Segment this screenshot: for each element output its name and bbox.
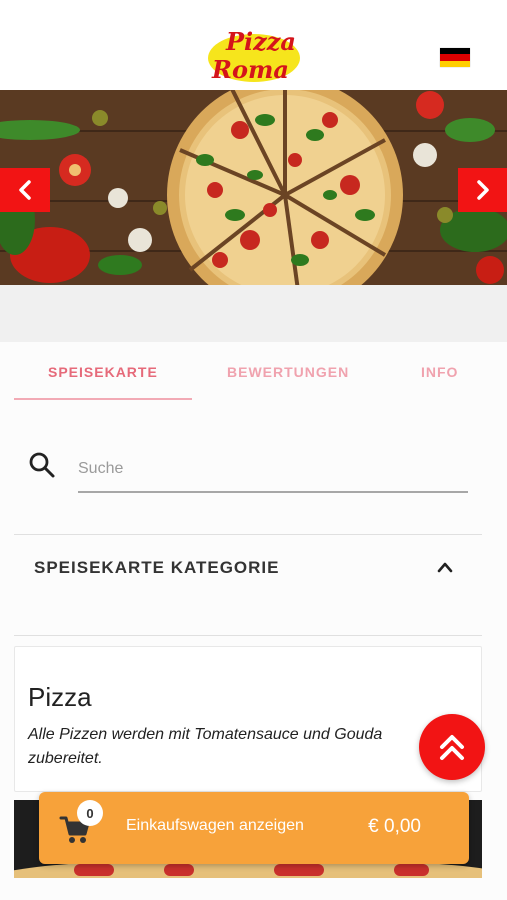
cart-total: € 0,00 [368, 816, 421, 837]
app-header: Pizza Roma [0, 0, 507, 90]
hero-spacer [0, 285, 507, 342]
menu-section-description: Alle Pizzen werden mit Tomatensauce und … [28, 726, 383, 767]
category-title: SPEISEKARTE KATEGORIE [34, 558, 280, 577]
search-icon[interactable] [28, 451, 56, 479]
german-flag-icon[interactable] [440, 48, 470, 67]
hero-pizza-image [0, 90, 507, 285]
carousel-prev-button[interactable] [0, 168, 50, 212]
chevron-up-icon[interactable] [436, 558, 454, 576]
cart-count-badge: 0 [77, 800, 103, 826]
search-bar [28, 447, 468, 497]
restaurant-page: Pizza Roma SPEISEKARTE BEWERTUNGEN INFO … [0, 0, 507, 900]
view-cart-button[interactable]: 0 Einkaufswagen anzeigen € 0,00 [39, 792, 469, 864]
search-input[interactable] [78, 447, 468, 493]
tab-info[interactable]: INFO [421, 364, 458, 380]
divider [14, 534, 482, 535]
tab-speisekarte[interactable]: SPEISEKARTE [48, 364, 158, 380]
double-chevron-up-icon [440, 735, 464, 760]
tab-bewertungen[interactable]: BEWERTUNGEN [227, 364, 349, 380]
menu-section-title: Pizza [28, 682, 92, 712]
tab-bar: SPEISEKARTE BEWERTUNGEN INFO [14, 342, 482, 400]
category-header[interactable]: SPEISEKARTE KATEGORIE [14, 536, 482, 636]
menu-section-card: Pizza Alle Pizzen werden mit Tomatensauc… [14, 646, 482, 792]
chevron-left-icon [19, 180, 31, 200]
svg-text:Roma: Roma [211, 55, 289, 84]
active-tab-indicator [14, 398, 192, 400]
pizza-roma-logo[interactable]: Pizza Roma [204, 20, 304, 86]
svg-text:Pizza: Pizza [225, 27, 296, 56]
chevron-right-icon [477, 180, 489, 200]
carousel-next-button[interactable] [458, 168, 507, 212]
cart-label: Einkaufswagen anzeigen [126, 817, 304, 834]
scroll-to-top-button[interactable] [419, 714, 485, 780]
divider [14, 635, 482, 636]
